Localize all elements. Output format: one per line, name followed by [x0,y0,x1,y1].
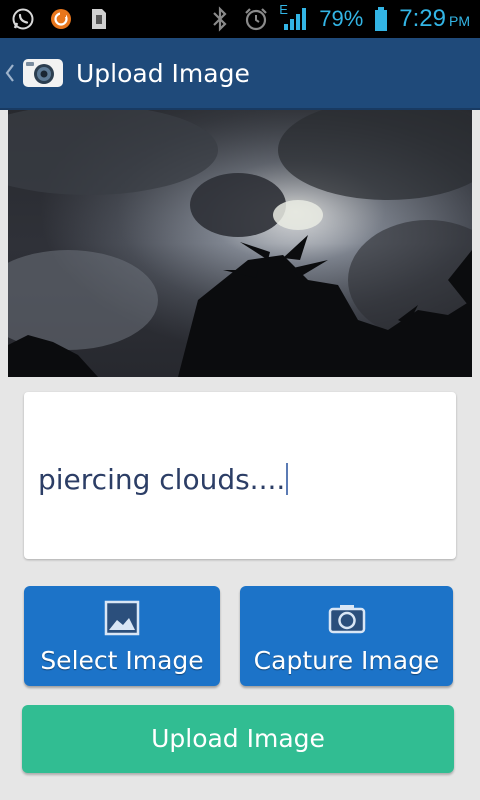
clock-time: 7:29 [399,5,446,32]
alarm-icon [243,6,269,32]
status-bar: E 79% 7:29 PM [0,0,480,38]
action-bar: Upload Image [0,38,480,110]
caption-value[interactable]: piercing clouds.... [38,463,289,496]
clock: 7:29 PM [399,5,470,33]
select-image-label: Select Image [40,646,204,675]
network-type: E [279,2,288,17]
bluetooth-icon [207,6,233,32]
upload-image-label: Upload Image [151,724,325,753]
whatsapp-icon [10,6,36,32]
image-gallery-icon [24,600,220,636]
capture-image-label: Capture Image [253,646,440,675]
caption-text: piercing clouds.... [38,463,286,496]
battery-percent: 79% [319,6,364,31]
upload-image-button[interactable]: Upload Image [22,705,454,773]
text-cursor [286,463,289,495]
select-image-button[interactable]: Select Image [24,586,220,686]
caption-field[interactable]: piercing clouds.... [24,392,456,559]
battery-icon [373,6,389,32]
capture-image-button[interactable]: Capture Image [240,586,453,686]
selected-image-preview [8,110,472,377]
camera-icon [240,600,453,636]
camera-logo-icon[interactable] [22,55,64,91]
page-title: Upload Image [76,58,250,88]
clock-ampm: PM [449,13,470,29]
app-notification-icon [48,6,74,32]
back-chevron-icon[interactable] [4,63,18,83]
sim-file-icon [86,6,112,32]
signal-icon: E [279,2,309,32]
